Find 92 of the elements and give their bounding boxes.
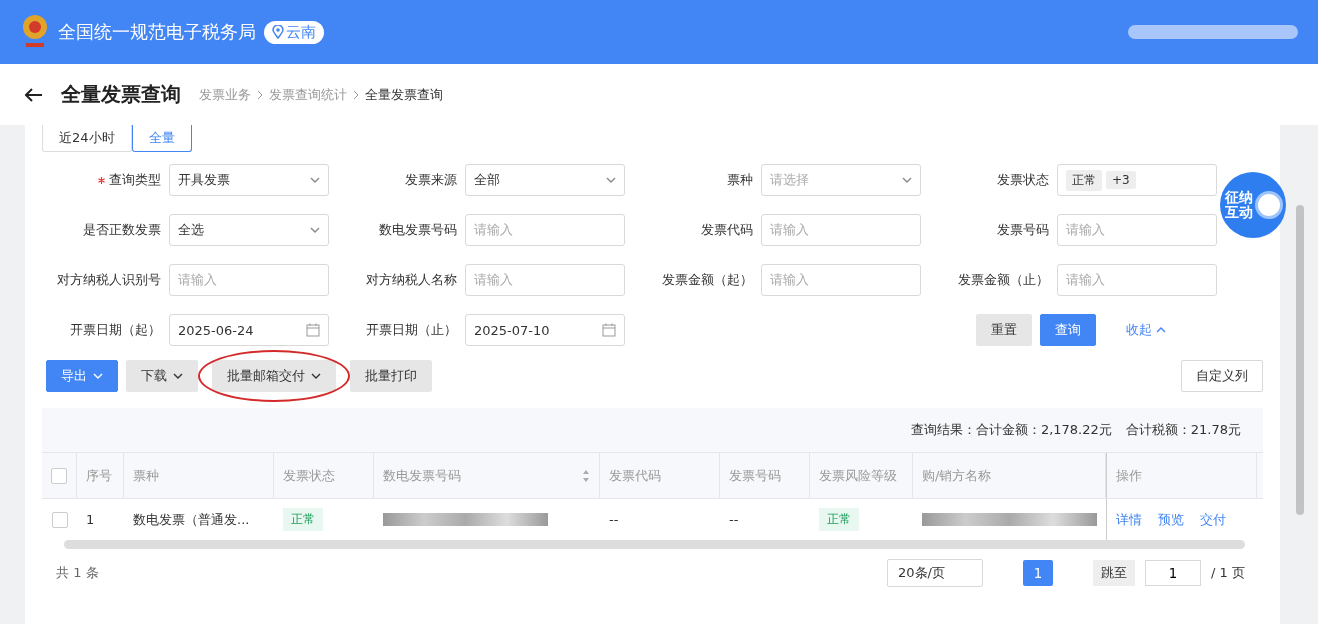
field-label: 发票状态 <box>997 171 1049 189</box>
region-badge[interactable]: 云南 <box>264 20 324 44</box>
checkbox[interactable] <box>51 511 68 528</box>
chevron-icon <box>310 177 320 183</box>
risk-tag: 正常 <box>819 508 859 531</box>
input-field[interactable]: 请输入 <box>761 214 921 246</box>
column-header: 票种 <box>133 466 159 485</box>
customize-columns-button[interactable]: 自定义列 <box>1181 360 1263 392</box>
input-field[interactable]: 请输入 <box>1057 264 1217 296</box>
summary-text: 查询结果：合计金额：2,178.22元 <box>910 421 1112 439</box>
select-field[interactable]: 全选 <box>169 214 329 246</box>
field-label: 查询类型 <box>109 171 161 189</box>
reset-button[interactable]: 重置 <box>976 314 1032 346</box>
column-header: 发票状态 <box>283 466 335 485</box>
summary-text: 合计税额：21.78元 <box>1125 421 1241 439</box>
range-tab[interactable]: 全量 <box>131 125 192 152</box>
total-count: 共 1 条 <box>56 564 99 582</box>
chevron-right-icon <box>257 89 263 100</box>
table-cell: 1 <box>86 512 95 527</box>
column-header: 数电发票号码 <box>383 466 461 485</box>
table-cell: -- <box>609 512 619 527</box>
chevron-icon <box>606 177 616 183</box>
input-field[interactable]: 请输入 <box>169 264 329 296</box>
collapse-link[interactable]: 收起 <box>1120 320 1172 340</box>
search-button[interactable]: 查询 <box>1040 314 1096 346</box>
chevron-icon <box>1156 327 1166 333</box>
jump-label: 跳至 <box>1093 560 1136 586</box>
page-count: / 1 页 <box>1211 564 1245 582</box>
column-header: 发票代码 <box>609 466 661 485</box>
status-tag: +3 <box>1106 171 1136 189</box>
toolbar-button[interactable]: 批量邮箱交付 <box>212 360 336 392</box>
input-field[interactable]: 请输入 <box>465 264 625 296</box>
action-link[interactable]: 交付 <box>1200 510 1226 529</box>
input-field[interactable]: 请输入 <box>1057 214 1217 246</box>
column-header: 发票风险等级 <box>819 466 897 485</box>
column-header: 购/销方名称 <box>922 466 992 485</box>
input-field[interactable]: 请输入 <box>761 264 921 296</box>
chevron-icon <box>902 177 912 183</box>
column-header: 发票号码 <box>729 466 781 485</box>
date-field[interactable]: 2025-06-24 <box>169 314 329 346</box>
action-link[interactable]: 详情 <box>1116 510 1142 529</box>
range-tab[interactable]: 近24小时 <box>42 125 132 152</box>
field-label: 对方纳税人名称 <box>366 271 457 289</box>
field-label: 是否正数发票 <box>83 221 161 239</box>
page-button[interactable]: 1 <box>1023 560 1054 586</box>
column-header: 序号 <box>86 466 112 485</box>
toolbar-button[interactable]: 下载 <box>126 360 198 392</box>
toolbar-button[interactable]: 导出 <box>46 360 118 392</box>
back-arrow-icon[interactable] <box>25 87 43 102</box>
status-tag: 正常 <box>1066 169 1102 191</box>
chevron-icon <box>310 227 320 233</box>
date-field[interactable]: 2025-07-10 <box>465 314 625 346</box>
chevron-icon <box>311 373 321 379</box>
select-field[interactable]: 全部 <box>465 164 625 196</box>
field-label: 开票日期（止） <box>366 321 457 339</box>
field-label: 开票日期（起） <box>70 321 161 339</box>
input-field[interactable]: 请输入 <box>465 214 625 246</box>
table-cell: 数电发票（普通发... <box>133 510 250 529</box>
field-label: 发票来源 <box>405 171 457 189</box>
site-title: 全国统一规范电子税务局 <box>58 20 256 44</box>
table-cell: -- <box>729 512 739 527</box>
toolbar-button[interactable]: 批量打印 <box>350 360 432 392</box>
page-size-select[interactable]: 20条/页 <box>887 559 984 587</box>
checkbox[interactable] <box>51 467 67 484</box>
field-label: 票种 <box>727 171 753 189</box>
field-label: 数电发票号码 <box>379 221 457 239</box>
select-field[interactable]: 开具发票 <box>169 164 329 196</box>
location-pin-icon <box>272 25 284 39</box>
field-label: 对方纳税人识别号 <box>57 271 161 289</box>
chevron-icon <box>93 373 103 379</box>
page-title: 全量发票查询 <box>61 81 181 108</box>
scrollbar-thumb[interactable] <box>1296 205 1304 515</box>
chevron-icon <box>173 373 183 379</box>
field-label: 发票金额（起） <box>662 271 753 289</box>
select-field[interactable]: 请选择 <box>761 164 921 196</box>
calendar-icon <box>602 323 616 337</box>
chevron-right-icon <box>353 89 359 100</box>
field-label: 发票金额（止） <box>958 271 1049 289</box>
column-header: 操作 <box>1116 466 1142 485</box>
breadcrumb-item[interactable]: 发票查询统计 <box>269 85 347 104</box>
required-asterisk-icon <box>98 176 105 184</box>
jump-input[interactable]: 1 <box>1145 560 1202 586</box>
breadcrumb-item: 全量发票查询 <box>365 85 443 104</box>
calendar-icon <box>306 323 320 337</box>
breadcrumb-item[interactable]: 发票业务 <box>199 85 251 104</box>
horizontal-scrollbar[interactable] <box>64 540 1245 549</box>
status-tag: 正常 <box>283 508 323 531</box>
avatar <box>1255 191 1284 219</box>
select-field[interactable]: 正常 +3 <box>1057 164 1217 196</box>
field-label: 发票号码 <box>997 221 1049 239</box>
action-link[interactable]: 预览 <box>1158 510 1184 529</box>
field-label: 发票代码 <box>701 221 753 239</box>
